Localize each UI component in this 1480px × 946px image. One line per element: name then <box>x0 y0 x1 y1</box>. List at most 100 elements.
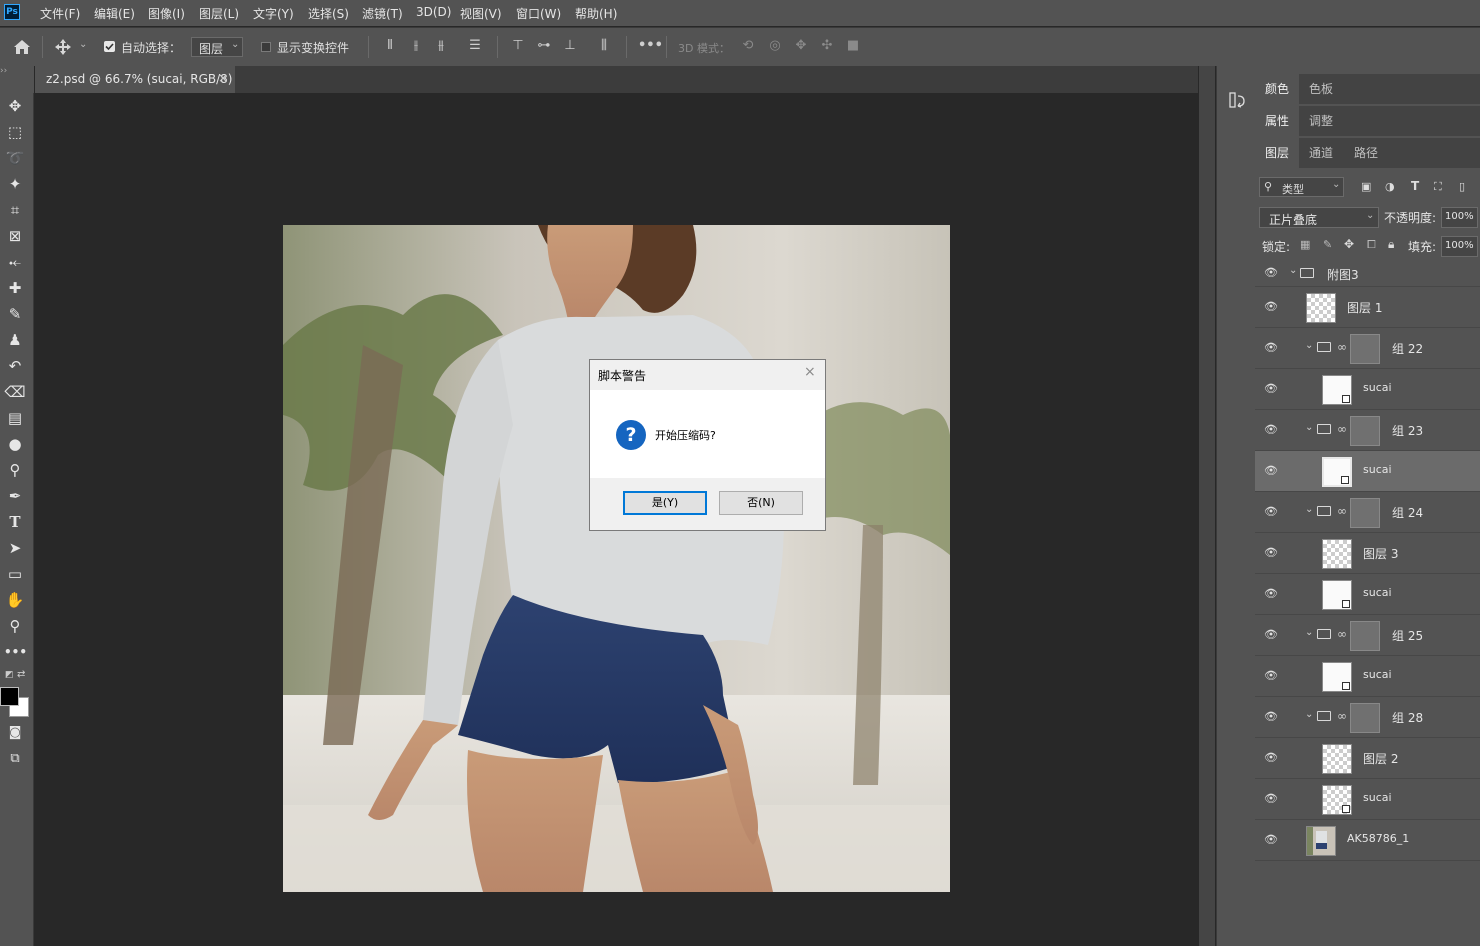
swap-colors-icon[interactable]: ⇄ <box>17 669 25 680</box>
3d-orbit-icon[interactable]: ⟲ <box>740 39 756 53</box>
quick-mask-icon[interactable]: ◙ <box>4 723 26 743</box>
yes-button[interactable]: 是(Y) <box>623 491 707 515</box>
layer-row[interactable]: 👁︎ AK58786_1 <box>1255 820 1480 861</box>
filter-smart-object-icon[interactable]: ▯ <box>1459 180 1465 193</box>
document-tab[interactable]: z2.psd @ 66.7% (sucai, RGB/8) × <box>35 66 235 93</box>
layer-row[interactable]: 👁︎ ⌄ ∞ 组 28 <box>1255 697 1480 738</box>
3d-pan-icon[interactable]: ✥ <box>793 39 809 53</box>
chevron-down-icon[interactable]: ⌄ <box>1289 265 1297 276</box>
eye-icon[interactable]: 👁︎ <box>1263 381 1279 397</box>
screen-mode-icon[interactable]: ⧉ <box>4 749 26 769</box>
menu-filter[interactable]: 滤镜(T) <box>362 5 403 22</box>
menu-help[interactable]: 帮助(H) <box>575 5 617 22</box>
foreground-color-swatch[interactable] <box>0 687 19 706</box>
more-tools-icon[interactable]: ••• <box>4 642 27 662</box>
layer-row[interactable]: 👁︎ 图层 3 <box>1255 533 1480 574</box>
menu-layer[interactable]: 图层(L) <box>199 5 239 22</box>
history-panel-icon[interactable] <box>1228 91 1246 109</box>
layer-row[interactable]: 👁︎ sucai <box>1255 656 1480 697</box>
distribute-horizontal-icon[interactable]: ⫼ <box>596 39 612 53</box>
more-options-icon[interactable]: ••• <box>638 39 663 53</box>
opacity-input[interactable]: 100% <box>1441 207 1478 228</box>
menu-file[interactable]: 文件(F) <box>40 5 80 22</box>
layer-row[interactable]: 👁︎ 图层 2 <box>1255 738 1480 779</box>
blend-mode-dropdown[interactable]: 正片叠底 ⌄ <box>1259 207 1379 228</box>
eye-icon[interactable]: 👁︎ <box>1263 750 1279 766</box>
align-vertical-center-icon[interactable]: ⊶ <box>536 39 552 53</box>
tab-properties[interactable]: 属性 <box>1255 106 1300 136</box>
frame-tool-icon[interactable]: ⊠ <box>4 226 26 246</box>
eye-icon[interactable]: 👁︎ <box>1263 299 1279 315</box>
align-top-icon[interactable]: ⊤ <box>510 39 526 53</box>
show-transform-checkbox[interactable] <box>261 42 271 52</box>
menu-window[interactable]: 窗口(W) <box>516 5 561 22</box>
3d-roll-icon[interactable]: ◎ <box>767 39 783 53</box>
menu-image[interactable]: 图像(I) <box>148 5 185 22</box>
zoom-tool-icon[interactable]: ⚲ <box>4 616 26 636</box>
blur-icon[interactable]: ● <box>4 434 26 454</box>
layer-row[interactable]: 👁︎ ⌄ ∞ 组 22 <box>1255 328 1480 369</box>
lock-position-icon[interactable]: ✥ <box>1344 237 1354 251</box>
chevron-down-icon[interactable]: ⌄ <box>79 39 87 50</box>
tab-close-icon[interactable]: × <box>218 71 228 85</box>
home-icon[interactable] <box>12 39 32 55</box>
eye-icon[interactable]: 👁︎ <box>1263 709 1279 725</box>
layer-row[interactable]: 👁︎ ⌄ ∞ 组 25 <box>1255 615 1480 656</box>
chevron-down-icon[interactable]: ⌄ <box>1305 709 1313 720</box>
hand-tool-icon[interactable]: ✋ <box>4 590 26 610</box>
dialog-close-icon[interactable]: × <box>804 364 816 380</box>
type-tool-icon[interactable]: T <box>4 512 26 532</box>
crop-tool-icon[interactable]: ⌗ <box>4 200 26 220</box>
eye-icon[interactable]: 👁︎ <box>1263 265 1279 281</box>
auto-select-checkbox[interactable] <box>104 41 115 52</box>
magic-wand-icon[interactable]: ✦ <box>4 174 26 194</box>
layer-row[interactable]: 👁︎ ⌄ 附图3 <box>1255 259 1480 287</box>
chevron-down-icon[interactable]: ⌄ <box>1305 504 1313 515</box>
layer-row[interactable]: 👁︎ ⌄ ∞ 组 23 <box>1255 410 1480 451</box>
align-right-icon[interactable]: ⫵ <box>433 39 449 53</box>
eye-icon[interactable]: 👁︎ <box>1263 545 1279 561</box>
layer-row[interactable]: 👁︎ 图层 1 <box>1255 287 1480 328</box>
history-brush-icon[interactable]: ↶ <box>4 356 26 376</box>
eyedropper-icon[interactable]: ⤝ <box>4 252 26 272</box>
eye-icon[interactable]: 👁︎ <box>1263 504 1279 520</box>
filter-pixel-icon[interactable]: ▣ <box>1361 180 1371 193</box>
filter-shape-icon[interactable]: ⛶ <box>1434 180 1442 194</box>
canvas-image[interactable] <box>283 225 950 892</box>
lasso-icon[interactable]: ➰ <box>4 148 26 168</box>
tab-paths[interactable]: 路径 <box>1344 138 1388 168</box>
eye-icon[interactable]: 👁︎ <box>1263 340 1279 356</box>
move-tool-icon[interactable] <box>54 38 72 56</box>
tab-swatches[interactable]: 色板 <box>1299 74 1343 104</box>
eye-icon[interactable]: 👁︎ <box>1263 586 1279 602</box>
tab-channels[interactable]: 通道 <box>1299 138 1343 168</box>
auto-select-dropdown[interactable]: 图层 ⌄ <box>191 37 243 57</box>
lock-all-icon[interactable]: 🔒︎ <box>1388 237 1394 252</box>
eye-icon[interactable]: 👁︎ <box>1263 422 1279 438</box>
distribute-vertical-icon[interactable]: ☰ <box>467 39 483 53</box>
layer-filter-dropdown[interactable]: ⚲ 类型 ⌄ <box>1259 177 1344 197</box>
lock-artboard-icon[interactable]: ⧠ <box>1367 238 1376 252</box>
chevron-down-icon[interactable]: ⌄ <box>1305 422 1313 433</box>
dodge-icon[interactable]: ⚲ <box>4 460 26 480</box>
menu-edit[interactable]: 编辑(E) <box>94 5 135 22</box>
eraser-icon[interactable]: ⌫ <box>4 382 26 402</box>
clone-stamp-icon[interactable]: ♟ <box>4 330 26 350</box>
filter-type-icon[interactable]: T <box>1411 179 1419 193</box>
eye-icon[interactable]: 👁︎ <box>1263 791 1279 807</box>
tab-layers[interactable]: 图层 <box>1255 138 1300 168</box>
rectangle-shape-icon[interactable]: ▭ <box>4 564 26 584</box>
tab-color[interactable]: 颜色 <box>1255 74 1300 104</box>
gradient-icon[interactable]: ▤ <box>4 408 26 428</box>
eye-icon[interactable]: 👁︎ <box>1263 668 1279 684</box>
3d-slide-icon[interactable]: ✣ <box>819 39 835 53</box>
filter-adjustment-icon[interactable]: ◑ <box>1385 180 1395 193</box>
toolbar-collapse[interactable]: ›› <box>0 66 34 93</box>
chevron-down-icon[interactable]: ⌄ <box>1305 340 1313 351</box>
3d-scale-icon[interactable]: ■ <box>845 39 861 53</box>
align-left-icon[interactable]: ⫴ <box>382 39 398 53</box>
menu-type[interactable]: 文字(Y) <box>253 5 294 22</box>
tab-adjustments[interactable]: 调整 <box>1299 106 1343 136</box>
layer-row-selected[interactable]: 👁︎ sucai <box>1255 451 1480 492</box>
layer-row[interactable]: 👁︎ sucai <box>1255 369 1480 410</box>
